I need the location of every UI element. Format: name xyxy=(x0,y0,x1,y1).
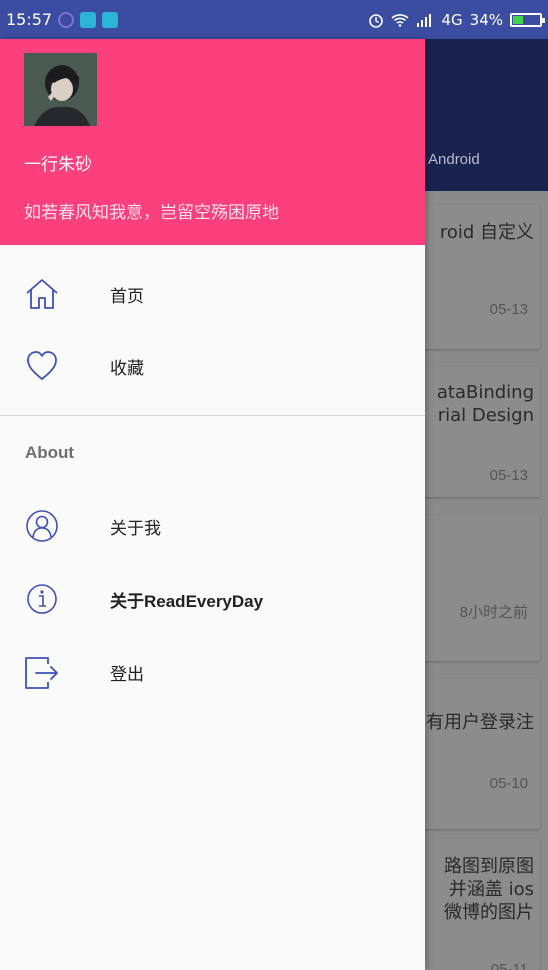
home-icon xyxy=(26,279,58,309)
article-title: ataBinding rial Design xyxy=(436,382,534,426)
article-title: 有用户登录注 xyxy=(426,712,534,733)
article-title: roid 自定义 xyxy=(439,222,534,243)
article-date: 05-13 xyxy=(489,301,528,318)
user-icon xyxy=(26,510,58,542)
avatar[interactable] xyxy=(24,53,97,126)
user-motto: 如若春风知我意，岂留空殇困原地 xyxy=(24,203,279,223)
battery-percent: 34% xyxy=(469,10,503,29)
info-icon xyxy=(27,584,57,614)
battery-icon xyxy=(510,12,545,27)
menu-item-label: 首页 xyxy=(110,286,144,307)
menu-item-label: 关于我 xyxy=(110,518,161,539)
article-date: 05-10 xyxy=(489,775,528,792)
network-type: 4G xyxy=(441,10,463,29)
article-date: 05-11 xyxy=(490,961,528,970)
menu-item-label: 关于ReadEveryDay xyxy=(110,591,264,611)
alarm-icon xyxy=(369,13,384,28)
tab-android: Android xyxy=(428,151,480,168)
menu-item-favorites[interactable]: 收藏 xyxy=(0,331,425,401)
scan-icon xyxy=(80,11,97,28)
menu-item-label: 收藏 xyxy=(110,358,144,379)
heart-icon xyxy=(27,351,57,380)
notification-icon xyxy=(58,11,75,28)
usb-icon xyxy=(102,11,119,28)
article-date: 8小时之前 xyxy=(459,604,528,621)
logout-icon xyxy=(25,657,58,689)
menu-item-label: 登出 xyxy=(110,664,144,685)
menu-item-about-me[interactable]: 关于我 xyxy=(0,491,425,561)
username: 一行朱砂 xyxy=(24,155,92,175)
menu-item-home[interactable]: 首页 xyxy=(0,259,425,329)
menu-item-about-app[interactable]: 关于ReadEveryDay xyxy=(0,564,425,634)
divider xyxy=(0,415,425,416)
menu-item-logout[interactable]: 登出 xyxy=(0,637,425,707)
wifi-icon xyxy=(391,13,410,27)
section-title-about: About xyxy=(25,443,75,462)
article-date: 05-13 xyxy=(489,467,528,484)
signal-icon xyxy=(417,13,432,27)
status-time: 15:57 xyxy=(6,10,53,29)
status-bar: 15:57 4G 34% xyxy=(0,0,548,39)
navigation-drawer: 一行朱砂 如若春风知我意，岂留空殇困原地 首页 收藏 About 关于我 关于R… xyxy=(0,39,425,970)
drawer-header: 一行朱砂 如若春风知我意，岂留空殇困原地 xyxy=(0,39,425,245)
article-title: 路图到原图 并涵盖 ios 微博的图片 xyxy=(444,856,534,923)
